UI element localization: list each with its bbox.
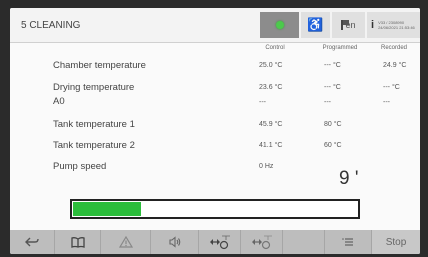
cell-programmed: 80 °C bbox=[324, 121, 342, 128]
door-unlock-button[interactable] bbox=[241, 230, 283, 254]
cell-control: 23.6 °C bbox=[259, 84, 283, 91]
cell-programmed: --- °C bbox=[324, 62, 341, 69]
cell-control: --- bbox=[259, 99, 266, 106]
language-button[interactable]: en bbox=[332, 12, 365, 38]
row-label: Chamber temperature bbox=[53, 60, 146, 71]
sound-button[interactable] bbox=[151, 230, 199, 254]
header-bar: 5 CLEANING ♿ en i V33 / 2308990 24/06/20… bbox=[10, 8, 420, 43]
cell-control: 41.1 °C bbox=[259, 142, 283, 149]
row-label: Pump speed bbox=[53, 161, 107, 172]
empty-slot bbox=[283, 230, 325, 254]
back-icon bbox=[25, 237, 39, 247]
datetime: 24/06/2021 21:53:46 bbox=[378, 25, 415, 30]
list-icon bbox=[342, 238, 353, 246]
footer-toolbar: Stop bbox=[10, 230, 420, 254]
cell-recorded: --- bbox=[383, 99, 390, 106]
column-header-recorded: Recorded bbox=[380, 45, 407, 51]
cell-control: 45.9 °C bbox=[259, 121, 283, 128]
row-label: Tank temperature 2 bbox=[53, 140, 135, 151]
cell-control: 0 Hz bbox=[259, 163, 274, 170]
back-button[interactable] bbox=[10, 230, 55, 254]
row-label: Drying temperature bbox=[53, 82, 135, 93]
hmi-screen: 5 CLEANING ♿ en i V33 / 2308990 24/06/20… bbox=[10, 8, 420, 254]
door-lock-icon bbox=[209, 235, 230, 250]
door-lock-button[interactable] bbox=[199, 230, 241, 254]
progress-fill bbox=[73, 202, 141, 216]
info-icon: i bbox=[371, 19, 375, 31]
cell-recorded: 24.9 °C bbox=[383, 62, 407, 69]
info-text: V33 / 2308990 24/06/2021 21:53:46 bbox=[378, 20, 415, 30]
list-button[interactable] bbox=[325, 230, 372, 254]
cell-recorded: --- °C bbox=[383, 84, 400, 91]
wheelchair-icon: ♿ bbox=[307, 17, 324, 32]
column-header-control: Control bbox=[265, 45, 285, 51]
accessibility-button[interactable]: ♿ bbox=[301, 12, 330, 38]
page-title: 5 CLEANING bbox=[21, 20, 81, 31]
column-header-programmed: Programmed bbox=[322, 45, 358, 51]
manual-button[interactable] bbox=[55, 230, 101, 254]
row-label: A0 bbox=[53, 96, 65, 107]
row-label: Tank temperature 1 bbox=[53, 119, 135, 130]
door-unlock-icon bbox=[251, 235, 272, 250]
book-icon bbox=[70, 237, 85, 248]
cell-control: 25.0 °C bbox=[259, 62, 283, 69]
progress-bar bbox=[70, 199, 360, 219]
info-button[interactable]: i V33 / 2308990 24/06/2021 21:53:46 bbox=[367, 12, 420, 38]
warning-icon bbox=[118, 236, 133, 248]
alarms-button[interactable] bbox=[101, 230, 151, 254]
countdown-timer: 9 ' bbox=[339, 168, 359, 189]
status-led-icon bbox=[275, 21, 284, 29]
stop-button[interactable]: Stop bbox=[372, 230, 420, 254]
cell-programmed: --- °C bbox=[324, 84, 341, 91]
status-button[interactable] bbox=[260, 12, 299, 38]
cell-programmed: 60 °C bbox=[324, 142, 342, 149]
flag-icon bbox=[341, 20, 350, 30]
speaker-icon bbox=[168, 236, 180, 248]
cell-programmed: --- bbox=[324, 99, 331, 106]
